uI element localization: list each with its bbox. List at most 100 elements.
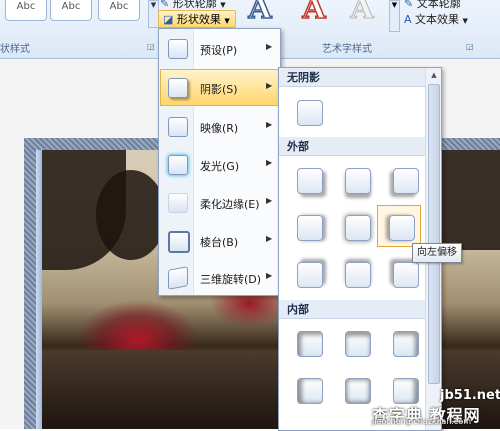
shadow-option-inner[interactable] <box>381 321 425 363</box>
shadow-preview-tile <box>297 331 323 357</box>
submenu-arrow-icon: ▶ <box>266 120 273 129</box>
shadow-preview-tile <box>297 100 323 126</box>
chevron-down-icon: ▼ <box>224 17 230 25</box>
shadow-option-inner[interactable] <box>285 368 329 410</box>
3d-rotation-icon <box>168 266 188 290</box>
soft-edges-icon <box>168 193 188 213</box>
shadow-preview-tile <box>393 168 419 194</box>
shape-style-thumb-3[interactable]: Abc <box>98 0 140 21</box>
shadow-option-inner[interactable] <box>333 368 377 410</box>
wordart-letter: A <box>350 0 374 26</box>
menu-item-3d-rotation[interactable]: 三维旋转(D) ▶ <box>160 259 279 296</box>
group-label-shape-styles: 状样式 <box>0 44 30 55</box>
shadow-preview-tile <box>297 168 323 194</box>
wordart-style-1[interactable]: A <box>240 0 280 24</box>
shadow-icon <box>168 78 188 98</box>
menu-item-preset[interactable]: 预设(P) ▶ <box>160 30 279 67</box>
shadow-preview-tile <box>389 215 415 241</box>
menu-item-label: 发光(G) <box>200 160 240 173</box>
tree-silhouette <box>96 170 166 260</box>
frame-edge <box>36 150 42 429</box>
text-outline-label: 文本轮廓 <box>416 0 461 10</box>
shadow-preview-tile <box>345 215 371 241</box>
text-outline-button[interactable]: ✎ 文本轮廓 <box>404 0 461 11</box>
wordart-style-2[interactable]: A <box>294 0 334 24</box>
shadow-preview-tile <box>393 378 419 404</box>
shape-effects-menu: 预设(P) ▶ 阴影(S) ▶ 映像(R) ▶ 发光(G) ▶ 柔化边缘(E) … <box>158 28 281 296</box>
shape-style-thumb-1[interactable]: Abc <box>5 0 47 21</box>
shape-effect-label: 形状效果 <box>176 13 221 26</box>
menu-item-glow[interactable]: 发光(G) ▶ <box>160 146 279 183</box>
shadow-preview-tile <box>297 215 323 241</box>
submenu-arrow-icon: ▶ <box>266 81 273 90</box>
shadow-option-outer[interactable] <box>333 252 377 294</box>
shadow-option-outer[interactable] <box>333 158 377 200</box>
shadow-option-outer[interactable] <box>381 158 425 200</box>
shadow-option-outer[interactable] <box>333 205 377 247</box>
shadow-preview-tile <box>345 378 371 404</box>
shadow-option-outer[interactable] <box>285 205 329 247</box>
wordart-letter: A <box>302 0 327 26</box>
menu-item-label: 映像(R) <box>200 122 239 135</box>
dialog-launcher-icon[interactable]: ◲ <box>147 42 155 51</box>
menu-item-label: 阴影(S) <box>200 83 238 96</box>
shadow-preview-tile <box>297 262 323 288</box>
shape-effect-button[interactable]: ◪ 形状效果 ▼ <box>158 10 236 28</box>
dialog-launcher-icon[interactable]: ◲ <box>466 42 474 51</box>
wordart-style-3[interactable]: A <box>342 0 382 24</box>
section-header-no-shadow: 无阴影 <box>279 68 425 87</box>
scrollbar-thumb[interactable] <box>428 84 440 384</box>
submenu-arrow-icon: ▶ <box>266 158 273 167</box>
shadow-option-outer[interactable] <box>285 158 329 200</box>
chevron-down-icon: ▼ <box>220 1 226 9</box>
submenu-arrow-icon: ▶ <box>266 196 273 205</box>
text-effect-icon: A <box>404 13 412 26</box>
shape-effect-icon: ◪ <box>163 13 174 26</box>
menu-item-reflection[interactable]: 映像(R) ▶ <box>160 108 279 145</box>
menu-item-label: 三维旋转(D) <box>200 273 262 286</box>
shadow-option-outer[interactable] <box>285 252 329 294</box>
style-thumb-text: Abc <box>109 1 129 12</box>
bevel-icon <box>168 231 190 253</box>
shadow-option-none[interactable] <box>285 90 329 132</box>
preset-icon <box>168 39 188 59</box>
text-effect-label: 文本效果 <box>415 13 460 26</box>
shadow-preview-tile <box>345 168 371 194</box>
chevron-down-icon: ▼ <box>462 17 468 25</box>
submenu-arrow-icon: ▶ <box>266 234 273 243</box>
section-header-outer: 外部 <box>279 137 425 156</box>
menu-item-soft-edges[interactable]: 柔化边缘(E) ▶ <box>160 184 279 221</box>
menu-item-shadow[interactable]: 阴影(S) ▶ <box>160 69 279 106</box>
shadow-option-inner[interactable] <box>333 321 377 363</box>
menu-item-label: 预设(P) <box>200 44 238 57</box>
shadow-preview-tile <box>345 331 371 357</box>
submenu-arrow-icon: ▶ <box>266 271 273 280</box>
wordart-letter: A <box>248 0 273 26</box>
shadow-preview-tile <box>393 262 419 288</box>
menu-item-label: 柔化边缘(E) <box>200 198 260 211</box>
pencil-icon: ✎ <box>160 0 170 10</box>
shadow-option-inner[interactable] <box>285 321 329 363</box>
watermark-url: jiaocheng.chazidian.com <box>372 417 472 426</box>
submenu-arrow-icon: ▶ <box>266 42 273 51</box>
shape-style-thumb-2[interactable]: Abc <box>50 0 92 21</box>
watermark-site: jb51.net <box>440 388 500 403</box>
tooltip: 向左偏移 <box>412 243 462 263</box>
shadow-preview-tile <box>297 378 323 404</box>
style-thumb-text: Abc <box>61 1 81 12</box>
glow-icon <box>168 155 188 175</box>
menu-item-bevel[interactable]: 棱台(B) ▶ <box>160 222 279 259</box>
text-outline-icon: ✎ <box>404 0 414 10</box>
wordart-gallery-more-button[interactable]: ▼ <box>389 0 400 32</box>
text-effect-button[interactable]: A 文本效果 ▼ <box>404 11 468 27</box>
shape-outline-label: 形状轮廓 <box>172 0 217 10</box>
shadow-preview-tile <box>345 262 371 288</box>
style-thumb-text: Abc <box>16 1 36 12</box>
section-header-inner: 内部 <box>279 300 425 319</box>
shadow-option-offset-left[interactable] <box>377 205 421 247</box>
shadow-preview-tile <box>393 331 419 357</box>
group-label-wordart-styles: 艺术字样式 <box>322 44 372 55</box>
scroll-up-arrow-icon[interactable]: ▲ <box>426 68 441 82</box>
menu-item-label: 棱台(B) <box>200 236 239 249</box>
reflection-icon <box>168 117 188 137</box>
